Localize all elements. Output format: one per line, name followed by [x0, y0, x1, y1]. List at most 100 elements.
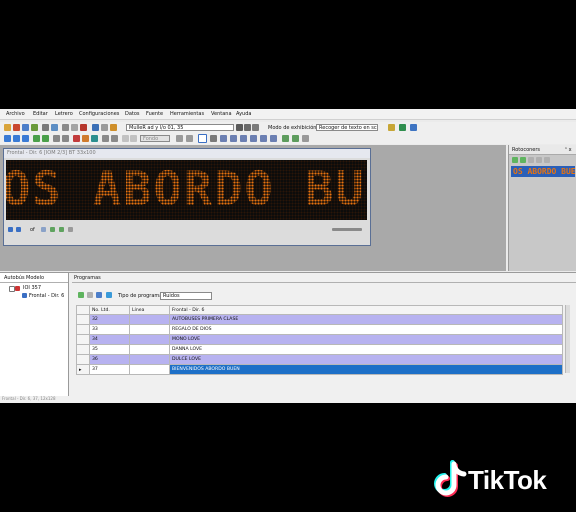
stop-icon[interactable] — [73, 135, 80, 142]
table-row-selected[interactable]: ▸ 37 BIENVENIDOS ABORDO BUEN — [76, 364, 563, 375]
table-row[interactable]: 35 DANNA LOVE — [76, 344, 563, 355]
row-line[interactable] — [129, 364, 170, 375]
row-line[interactable] — [129, 344, 170, 355]
zoom-slider[interactable] — [332, 228, 362, 231]
row-text[interactable]: BIENVENIDOS ABORDO BUEN — [169, 364, 563, 375]
row-line[interactable] — [129, 314, 170, 325]
row-text[interactable]: REGALO DE DIOS — [169, 324, 563, 335]
menu-configuraciones[interactable]: Configuraciones — [79, 111, 119, 117]
save-icon[interactable] — [22, 124, 29, 131]
header-line[interactable]: Línea — [129, 305, 170, 315]
send-icon[interactable] — [31, 124, 38, 131]
settings-icon[interactable] — [536, 157, 542, 163]
row-number[interactable]: 33 — [89, 324, 130, 335]
panel-pin-icon[interactable]: ⁿ x — [565, 147, 572, 153]
align-left-icon[interactable] — [4, 135, 11, 142]
align-center-icon[interactable] — [13, 135, 20, 142]
tree-child-label[interactable]: Frontal - Dir. 6 — [29, 293, 64, 299]
list-icon[interactable] — [111, 135, 118, 142]
cut-icon[interactable] — [62, 124, 69, 131]
stop-frame-icon[interactable] — [68, 227, 73, 232]
table-row[interactable]: 33 REGALO DE DIOS — [76, 324, 563, 335]
up-icon[interactable] — [33, 135, 40, 142]
row-text[interactable]: DULCE LOVE — [169, 354, 563, 365]
delete-icon[interactable] — [80, 124, 87, 131]
ellipse-icon[interactable] — [250, 135, 257, 142]
menu-letrero[interactable]: Letrero — [55, 111, 73, 117]
text-tool-icon[interactable] — [198, 134, 207, 143]
row-number[interactable]: 37 — [89, 364, 130, 375]
display-mode-select[interactable]: Recoger de texto en sc — [316, 124, 378, 131]
menu-ayuda[interactable]: Ayuda — [236, 111, 251, 117]
add-program-icon[interactable] — [78, 292, 84, 298]
flip-icon[interactable] — [282, 135, 289, 142]
first-frame-icon[interactable] — [41, 227, 46, 232]
align-right-icon[interactable] — [22, 135, 29, 142]
row-line[interactable] — [129, 354, 170, 365]
add-copy-icon[interactable] — [520, 157, 526, 163]
clock-icon[interactable] — [130, 135, 137, 142]
row-text[interactable]: MONO LOVE — [169, 334, 563, 345]
frame-icon[interactable] — [186, 135, 193, 142]
tab-autobus[interactable]: Autobús — [4, 275, 25, 281]
program-type-select[interactable]: Ruidos — [160, 292, 212, 300]
right-icon[interactable] — [62, 135, 69, 142]
sync-icon[interactable] — [106, 292, 112, 298]
paste-icon[interactable] — [71, 124, 78, 131]
menu-datos[interactable]: Datos — [125, 111, 140, 117]
refresh-icon[interactable] — [91, 135, 98, 142]
open-icon[interactable] — [13, 124, 20, 131]
italic-icon[interactable] — [244, 124, 251, 131]
fill-icon[interactable] — [260, 135, 267, 142]
left-icon[interactable] — [53, 135, 60, 142]
copy-icon[interactable] — [51, 124, 58, 131]
table-scrollbar[interactable] — [565, 305, 570, 373]
clear-icon[interactable] — [544, 157, 550, 163]
grid-icon[interactable] — [101, 124, 108, 131]
down-icon[interactable] — [42, 135, 49, 142]
more-icon[interactable] — [302, 135, 309, 142]
rotoconer-item[interactable]: OS ABORDO BUEN — [511, 166, 575, 177]
row-number[interactable]: 35 — [89, 344, 130, 355]
pause-icon[interactable] — [82, 135, 89, 142]
loop-icon[interactable] — [59, 227, 64, 232]
eraser-icon[interactable] — [270, 135, 277, 142]
menu-fuente[interactable]: Fuente — [146, 111, 163, 117]
row-number[interactable]: 34 — [89, 334, 130, 345]
next-frame-icon[interactable] — [16, 227, 21, 232]
image-icon[interactable] — [122, 135, 129, 142]
light-icon[interactable] — [110, 124, 117, 131]
save-program-icon[interactable] — [96, 292, 102, 298]
row-text[interactable]: DANNA LOVE — [169, 344, 563, 355]
tree-root-label[interactable]: IOI 357 — [23, 285, 41, 291]
bold-icon[interactable] — [236, 124, 243, 131]
remove-icon[interactable] — [528, 157, 534, 163]
run-icon[interactable] — [399, 124, 406, 131]
table-row[interactable]: 36 DULCE LOVE — [76, 354, 563, 365]
menu-ventana[interactable]: Ventana — [211, 111, 232, 117]
zoom-icon[interactable] — [92, 124, 99, 131]
table-icon[interactable] — [102, 135, 109, 142]
menu-editar[interactable]: Editar — [33, 111, 48, 117]
select-icon[interactable] — [210, 135, 217, 142]
row-line[interactable] — [129, 324, 170, 335]
led-preview-window[interactable]: Frontal - Dir. 6 [IOM 2/3] BT 33x100 OS … — [3, 148, 371, 246]
add-icon[interactable] — [512, 157, 518, 163]
row-line[interactable] — [129, 334, 170, 345]
play-icon[interactable] — [50, 227, 55, 232]
tab-programas[interactable]: Programas — [74, 275, 101, 281]
underline-icon[interactable] — [252, 124, 259, 131]
line-icon[interactable] — [230, 135, 237, 142]
pencil-icon[interactable] — [220, 135, 227, 142]
menu-archivo[interactable]: Archivo — [6, 111, 25, 117]
delete-program-icon[interactable] — [87, 292, 93, 298]
table-row[interactable]: 32 AUTOBUSES PRIMERA CLASE — [76, 314, 563, 325]
header-text[interactable]: Frontal - Dir. 6 — [169, 305, 563, 315]
mode-select[interactable]: Fondo — [140, 135, 170, 142]
row-number[interactable]: 36 — [89, 354, 130, 365]
rotate-icon[interactable] — [292, 135, 299, 142]
print-icon[interactable] — [42, 124, 49, 131]
menu-herramientas[interactable]: Herramientas — [170, 111, 204, 117]
new-icon[interactable] — [4, 124, 11, 131]
tab-modelo[interactable]: Modelo — [26, 275, 44, 281]
